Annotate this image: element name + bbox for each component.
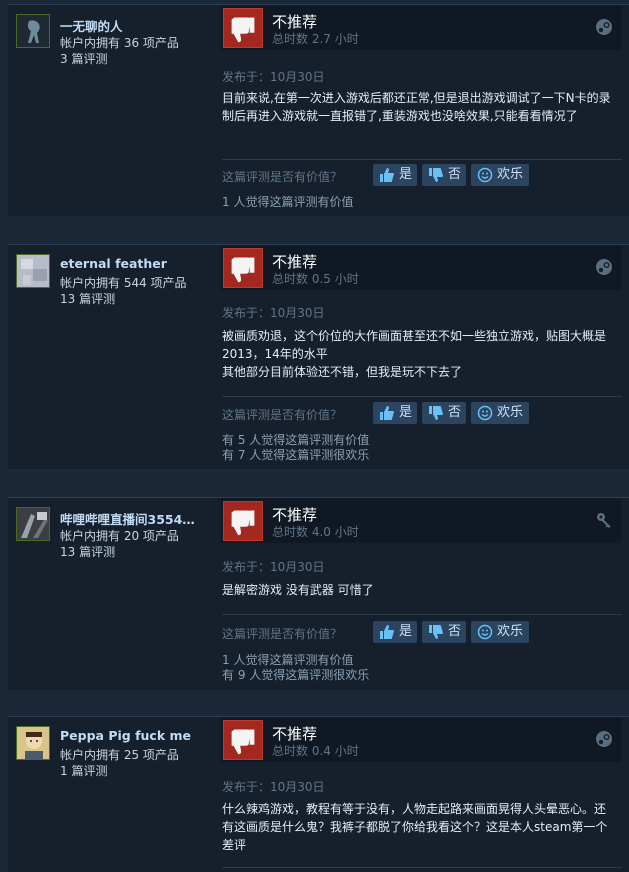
vote-no-button[interactable]: 否 [422, 402, 466, 424]
divider [222, 614, 622, 615]
hours-played: 总时数 4.0 小时 [272, 525, 359, 539]
verdict-title: 不推荐 [272, 13, 318, 31]
thumbs-up-icon [380, 625, 394, 639]
avatar[interactable] [16, 254, 50, 288]
hours-played: 总时数 0.4 小时 [272, 744, 359, 758]
username[interactable]: eternal feather [60, 256, 210, 271]
verdict-title: 不推荐 [272, 506, 318, 524]
vote-funny-button[interactable]: 欢乐 [471, 164, 529, 186]
posted-date: 发布于：10月30日 [222, 70, 325, 84]
vote-funny-button[interactable]: 欢乐 [471, 621, 529, 643]
hours-played: 总时数 2.7 小时 [272, 32, 359, 46]
thumbs-down-icon [223, 8, 263, 48]
helpful-question: 这篇评测是否有价值？ [222, 170, 343, 184]
vote-no-button[interactable]: 否 [422, 621, 466, 643]
thumbs-down-small-icon [429, 168, 443, 182]
thumbs-down-icon [223, 248, 263, 288]
review-text: 目前来说,在第一次进入游戏后都还正常,但是退出游戏调试了一下N卡的录制后再进入游… [222, 91, 611, 123]
verdict-title: 不推荐 [272, 725, 318, 743]
posted-date: 发布于：10月30日 [222, 560, 325, 574]
vote-yes-button[interactable]: 是 [373, 402, 417, 424]
vote-header[interactable]: 不推荐 总时数 0.4 小时 [221, 717, 621, 762]
thumbs-down-icon [223, 501, 263, 541]
vote-yes-button[interactable]: 是 [373, 164, 417, 186]
vote-header[interactable]: 不推荐 总时数 0.5 小时 [221, 245, 621, 290]
hours-played: 总时数 0.5 小时 [272, 272, 359, 286]
avatar[interactable] [16, 507, 50, 541]
username[interactable]: 一无聊的人 [60, 16, 210, 35]
vote-header[interactable]: 不推荐 总时数 4.0 小时 [221, 498, 621, 543]
username[interactable]: Peppa Pig fuck me [60, 728, 210, 743]
helpful-count: 有 5 人觉得这篇评测有价值 [222, 433, 370, 447]
review-card: 一无聊的人 帐户内拥有 36 项产品 3 篇评测 不推荐 总时数 2.7 小时 … [8, 4, 629, 216]
divider [222, 159, 622, 160]
review-count[interactable]: 13 篇评测 [60, 290, 115, 307]
review-text: 什么辣鸡游戏，教程有等于没有，人物走起路来画面晃得人头晕恶心。还有这画质是什么鬼… [222, 802, 608, 852]
helpful-count: 1 人觉得这篇评测有价值 [222, 195, 354, 209]
vote-funny-button[interactable]: 欢乐 [471, 402, 529, 424]
review-card: eternal feather 帐户内拥有 544 项产品 13 篇评测 不推荐… [8, 244, 629, 469]
review-count[interactable]: 3 篇评测 [60, 50, 107, 67]
steam-icon [596, 19, 612, 35]
steam-icon [596, 259, 612, 275]
key-icon [597, 513, 611, 528]
products-owned[interactable]: 帐户内拥有 36 项产品 [60, 34, 179, 51]
review-card: 哔哩哔哩直播间3554… 帐户内拥有 20 项产品 13 篇评测 不推荐 总时数… [8, 497, 629, 690]
divider [222, 396, 622, 397]
helpful-question: 这篇评测是否有价值？ [222, 627, 343, 641]
divider [222, 867, 622, 868]
steam-icon [596, 731, 612, 747]
thumbs-down-small-icon [429, 406, 443, 420]
username[interactable]: 哔哩哔哩直播间3554… [60, 509, 210, 528]
review-text: 被画质劝退，这个价位的大作画面甚至还不如一些独立游戏，贴图大概是2013，14年… [222, 329, 607, 379]
posted-date: 发布于：10月30日 [222, 306, 325, 320]
thumbs-down-icon [223, 720, 263, 760]
avatar[interactable] [16, 14, 50, 48]
helpful-question: 这篇评测是否有价值？ [222, 408, 343, 422]
review-count[interactable]: 1 篇评测 [60, 762, 107, 779]
thumbs-up-icon [380, 168, 394, 182]
thumbs-up-icon [380, 406, 394, 420]
products-owned[interactable]: 帐户内拥有 25 项产品 [60, 746, 179, 763]
vote-no-button[interactable]: 否 [422, 164, 466, 186]
review-card: Peppa Pig fuck me 帐户内拥有 25 项产品 1 篇评测 不推荐… [8, 716, 629, 872]
funny-count: 有 7 人觉得这篇评测很欢乐 [222, 448, 370, 462]
review-text: 是解密游戏 没有武器 可惜了 [222, 583, 374, 597]
smiley-icon [477, 167, 493, 183]
vote-yes-button[interactable]: 是 [373, 621, 417, 643]
vote-header[interactable]: 不推荐 总时数 2.7 小时 [221, 5, 621, 50]
smiley-icon [477, 405, 493, 421]
products-owned[interactable]: 帐户内拥有 544 项产品 [60, 274, 187, 291]
verdict-title: 不推荐 [272, 253, 318, 271]
avatar[interactable] [16, 726, 50, 760]
products-owned[interactable]: 帐户内拥有 20 项产品 [60, 527, 179, 544]
helpful-count: 1 人觉得这篇评测有价值 [222, 653, 354, 667]
funny-count: 有 9 人觉得这篇评测很欢乐 [222, 668, 370, 682]
review-count[interactable]: 13 篇评测 [60, 543, 115, 560]
posted-date: 发布于：10月30日 [222, 780, 325, 794]
smiley-icon [477, 624, 493, 640]
thumbs-down-small-icon [429, 625, 443, 639]
